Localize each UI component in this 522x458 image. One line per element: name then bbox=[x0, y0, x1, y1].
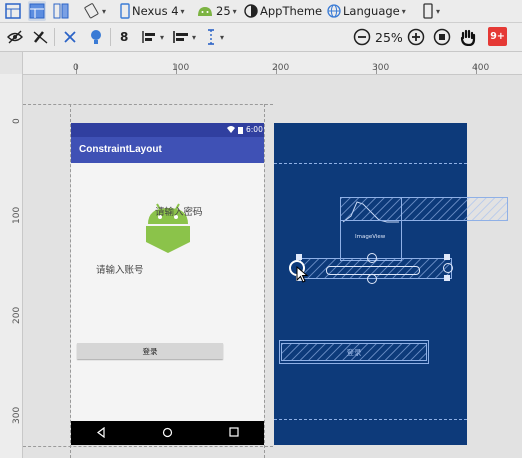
design-toolbar: ▾ Nexus 4 ▾ 25 ▾ AppTheme Language ▾ ▾ bbox=[0, 0, 522, 23]
pack-dropdown[interactable]: ▾ bbox=[140, 27, 164, 47]
resize-handle[interactable] bbox=[444, 254, 450, 260]
theme-dropdown[interactable]: AppTheme bbox=[244, 1, 322, 21]
default-margin-dropdown[interactable]: 8 bbox=[120, 27, 128, 47]
password-textview[interactable]: 请输入密码 bbox=[155, 204, 203, 218]
resize-handle[interactable] bbox=[444, 275, 450, 281]
align-dropdown[interactable]: ▾ bbox=[172, 27, 196, 47]
android-icon bbox=[198, 7, 212, 16]
back-icon bbox=[97, 427, 105, 438]
infer-constraints-button[interactable] bbox=[88, 27, 104, 47]
constraint-toolbar: 8 ▾ ▾ ▾ 25% 9+ bbox=[0, 23, 522, 52]
ruler-label-h: 100 bbox=[172, 63, 190, 73]
api-level-dropdown[interactable]: 25 ▾ bbox=[196, 1, 237, 21]
zoom-to-fit-button[interactable] bbox=[433, 27, 451, 47]
design-preview-screen[interactable]: 6:00 ConstraintLayout 请输入密码 请输入账号 登录 bbox=[71, 123, 264, 445]
blueprint-screen[interactable]: ImageView 登录 bbox=[274, 123, 467, 445]
align-left-icon bbox=[173, 31, 188, 43]
ruler-label-h: 400 bbox=[472, 63, 490, 73]
notifications-badge[interactable]: 9+ bbox=[488, 27, 507, 46]
orientation-dropdown[interactable]: ▾ bbox=[82, 1, 106, 21]
default-margin-value: 8 bbox=[120, 30, 129, 44]
lightbulb-icon bbox=[91, 30, 101, 44]
rotate-device-icon bbox=[84, 3, 99, 19]
guide-line bbox=[264, 104, 265, 458]
layout-variants-dropdown[interactable]: ▾ bbox=[422, 1, 440, 21]
api-level-label: 25 bbox=[216, 4, 231, 18]
blueprint-guide bbox=[274, 419, 467, 420]
right-anchor[interactable] bbox=[443, 263, 453, 273]
bottom-anchor[interactable] bbox=[367, 274, 377, 284]
device-dropdown[interactable]: Nexus 4 ▾ bbox=[120, 1, 185, 21]
ruler-label-h: 0 bbox=[73, 63, 79, 73]
autoconnect-button[interactable] bbox=[32, 27, 48, 47]
guideline-icon bbox=[208, 29, 214, 45]
login-button[interactable]: 登录 bbox=[77, 343, 223, 359]
zoom-in-button[interactable] bbox=[407, 27, 425, 47]
language-dropdown[interactable]: Language ▾ bbox=[327, 1, 406, 21]
login-button-label: 登录 bbox=[142, 346, 158, 356]
design-view-button[interactable] bbox=[4, 1, 22, 21]
toolbar-divider bbox=[110, 28, 111, 46]
ruler-corner bbox=[0, 52, 23, 75]
zoom-out-button[interactable] bbox=[353, 27, 371, 47]
app-title: ConstraintLayout bbox=[79, 144, 162, 155]
horizontal-ruler: 0 100 200 300 400 bbox=[0, 52, 522, 75]
toolbar-divider bbox=[54, 28, 55, 46]
pack-icon bbox=[142, 31, 155, 43]
guide-line bbox=[23, 104, 273, 105]
zoom-to-fit-icon bbox=[433, 28, 451, 46]
ruler-label-v: 200 bbox=[12, 306, 22, 324]
clear-constraints-button[interactable] bbox=[62, 27, 78, 47]
blueprint-login-fill: 登录 bbox=[281, 343, 427, 361]
design-view-icon bbox=[5, 3, 21, 19]
split-view-icon bbox=[53, 3, 69, 19]
vertical-ruler: 0 100 200 300 bbox=[0, 74, 23, 458]
wifi-battery-icon bbox=[227, 126, 243, 134]
hand-icon bbox=[460, 29, 476, 46]
blueprint-view-button[interactable] bbox=[28, 1, 46, 21]
status-time: 6:00 bbox=[246, 125, 263, 134]
zoom-out-icon bbox=[353, 28, 371, 46]
blueprint-guide bbox=[274, 163, 467, 164]
globe-icon bbox=[327, 4, 341, 18]
pan-tool-button[interactable] bbox=[459, 27, 477, 47]
zoom-level-text: 25% bbox=[375, 29, 403, 45]
zoom-level: 25% bbox=[375, 27, 403, 47]
blueprint-view-icon bbox=[29, 3, 45, 19]
show-constraints-button[interactable] bbox=[6, 27, 24, 47]
theme-icon bbox=[244, 4, 258, 18]
split-view-button[interactable] bbox=[52, 1, 70, 21]
mouse-cursor-icon bbox=[296, 266, 309, 283]
magnet-icon bbox=[33, 31, 48, 44]
clear-constraints-icon bbox=[64, 31, 76, 43]
app-bar: ConstraintLayout bbox=[71, 137, 264, 163]
account-textview[interactable]: 请输入账号 bbox=[96, 262, 144, 276]
recents-icon bbox=[229, 427, 239, 437]
guidelines-dropdown[interactable]: ▾ bbox=[204, 27, 224, 47]
ruler-label-v: 100 bbox=[12, 206, 22, 224]
device-variants-icon bbox=[423, 3, 433, 19]
zoom-in-icon bbox=[407, 28, 425, 46]
status-bar: 6:00 bbox=[71, 123, 264, 137]
navigation-bar bbox=[71, 421, 264, 445]
blueprint-login-label: 登录 bbox=[346, 347, 362, 357]
ruler-label-v: 300 bbox=[12, 406, 22, 424]
phone-icon bbox=[120, 3, 130, 19]
theme-label: AppTheme bbox=[260, 4, 323, 18]
blueprint-login-button[interactable]: 登录 bbox=[279, 340, 429, 364]
ruler-label-h: 200 bbox=[272, 63, 290, 73]
ruler-label-v: 0 bbox=[12, 118, 22, 124]
home-icon bbox=[162, 427, 173, 438]
top-anchor[interactable] bbox=[367, 253, 377, 263]
ruler-label-h: 300 bbox=[372, 63, 390, 73]
guide-line bbox=[23, 446, 273, 447]
notifications-count: 9+ bbox=[490, 31, 505, 42]
imageview-label: ImageView bbox=[355, 234, 386, 240]
language-label: Language bbox=[343, 4, 400, 18]
blueprint-overflow-widget[interactable] bbox=[340, 197, 508, 221]
eye-off-icon bbox=[7, 30, 23, 44]
device-label: Nexus 4 bbox=[132, 4, 179, 18]
